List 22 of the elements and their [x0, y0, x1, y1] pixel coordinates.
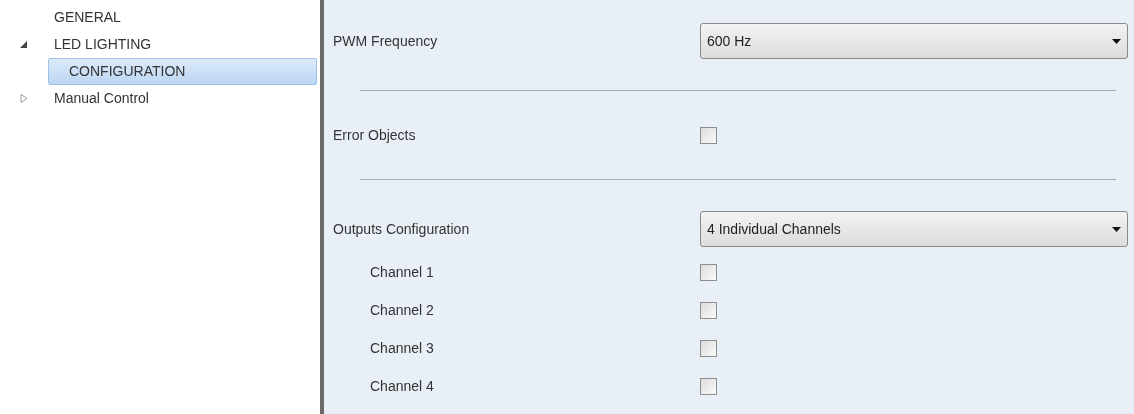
tree-item[interactable]: GENERAL — [34, 5, 141, 30]
parameter-label: Channel 2 — [369, 300, 435, 320]
caret-icon — [1112, 38, 1121, 44]
checkbox[interactable] — [700, 377, 717, 395]
dropdown[interactable]: 4 Individual Channels — [700, 211, 1128, 247]
parameter-label: Channel 3 — [369, 338, 435, 358]
tree-item[interactable]: LED LIGHTING — [34, 32, 172, 57]
dropdown[interactable]: 600 Hz — [700, 23, 1128, 59]
collapsed-triangle-icon[interactable] — [20, 94, 28, 103]
tree-item[interactable]: Manual Control — [34, 86, 169, 111]
checkbox[interactable] — [700, 339, 717, 357]
tree-item[interactable]: CONFIGURATION — [48, 58, 317, 85]
checkbox[interactable] — [700, 263, 717, 281]
checkbox[interactable] — [700, 301, 717, 319]
parameter-label: Channel 1 — [369, 262, 435, 282]
parameter-label: Channel 4 — [369, 376, 435, 396]
checkbox[interactable] — [700, 126, 717, 144]
parameter-label: Error Objects — [333, 125, 417, 145]
parameter-label: PWM Frequency — [333, 31, 439, 51]
caret-icon — [1112, 226, 1121, 232]
expanded-triangle-icon[interactable] — [20, 40, 28, 49]
parameter-label: Outputs Configuration — [333, 219, 471, 239]
